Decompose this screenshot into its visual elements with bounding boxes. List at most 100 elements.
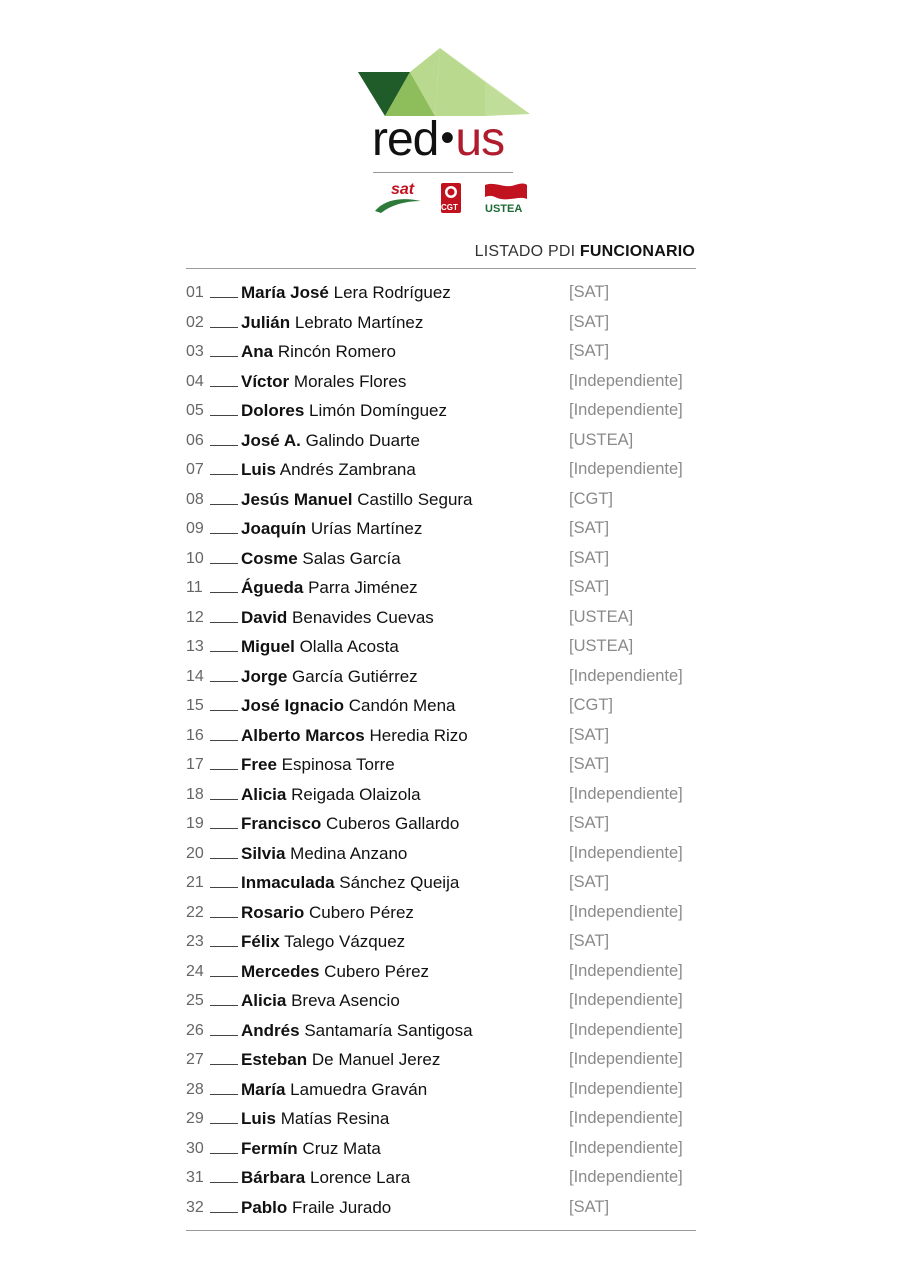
candidate-name: Alicia Reigada Olaizola bbox=[241, 780, 421, 810]
candidate-affiliation: [SAT] bbox=[569, 814, 610, 832]
candidate-affiliation: [Independiente] bbox=[569, 961, 683, 980]
candidate-name: Ana Rincón Romero bbox=[241, 337, 396, 367]
candidate-first-name: Andrés bbox=[241, 1020, 300, 1040]
list-item: 22 Rosario Cubero Pérez [Independiente] bbox=[186, 898, 706, 928]
leader-line bbox=[210, 946, 238, 947]
candidate-last-name: Morales Flores bbox=[293, 371, 407, 391]
candidate-last-name: Santamaría Santigosa bbox=[304, 1020, 473, 1040]
candidate-first-name: Julián bbox=[241, 312, 291, 332]
candidate-last-name: García Gutiérrez bbox=[292, 666, 418, 686]
candidate-affiliation: [Independiente] bbox=[569, 902, 683, 921]
list-item: 16 Alberto Marcos Heredia Rizo [SAT] bbox=[186, 721, 706, 751]
brand-left: red bbox=[372, 113, 439, 166]
ustea-logo: USTEA bbox=[483, 181, 533, 217]
ustea-label: USTEA bbox=[485, 203, 523, 215]
candidate-affiliation: [SAT] bbox=[569, 283, 610, 301]
candidate-affiliation: [SAT] bbox=[569, 1197, 610, 1216]
candidate-last-name: Castillo Segura bbox=[357, 489, 473, 509]
leader-line bbox=[210, 769, 238, 770]
leader-line bbox=[210, 621, 238, 623]
leader-line bbox=[210, 1005, 238, 1006]
candidate-affiliation: [SAT] bbox=[569, 548, 610, 567]
candidate-first-name: Inmaculada bbox=[241, 873, 335, 892]
candidate-first-name: Jorge bbox=[241, 666, 288, 686]
candidate-last-name: Talego Vázquez bbox=[284, 932, 406, 951]
candidate-name: Jorge García Gutiérrez bbox=[241, 662, 418, 692]
candidate-last-name: Lorence Lara bbox=[310, 1168, 411, 1187]
leader-line bbox=[210, 798, 238, 800]
candidate-name: Esteban De Manuel Jerez bbox=[241, 1045, 440, 1075]
candidate-name: Águeda Parra Jiménez bbox=[241, 573, 418, 603]
roof-icon bbox=[358, 48, 530, 116]
leader-line bbox=[210, 444, 238, 446]
candidate-affiliation: [USTEA] bbox=[569, 637, 634, 655]
candidate-affiliation: [SAT] bbox=[569, 578, 610, 596]
candidate-first-name: Pablo bbox=[241, 1197, 288, 1217]
list-item: 03 Ana Rincón Romero [SAT] bbox=[186, 337, 706, 367]
candidate-first-name: Fermín bbox=[241, 1138, 298, 1158]
sat-logo: sat bbox=[373, 181, 425, 217]
candidate-number: 06 bbox=[186, 431, 204, 449]
candidate-last-name: Espinosa Torre bbox=[281, 755, 395, 774]
candidate-affiliation: [SAT] bbox=[569, 312, 610, 331]
list-item: 17 Free Espinosa Torre [SAT] bbox=[186, 750, 706, 780]
list-item: 12 David Benavides Cuevas [USTEA] bbox=[186, 603, 706, 633]
candidate-last-name: De Manuel Jerez bbox=[311, 1050, 441, 1069]
candidate-affiliation: [SAT] bbox=[569, 725, 610, 744]
candidate-name: Luis Matías Resina bbox=[241, 1104, 389, 1134]
candidate-name: María Lamuedra Graván bbox=[241, 1075, 427, 1105]
candidate-last-name: Limón Domínguez bbox=[309, 401, 447, 420]
candidate-number: 16 bbox=[186, 726, 204, 744]
candidate-last-name: Cubero Pérez bbox=[309, 902, 414, 922]
list-title: LISTADO PDI FUNCIONARIO bbox=[475, 243, 695, 261]
leader-line bbox=[210, 474, 238, 475]
candidate-last-name: Sánchez Queija bbox=[339, 873, 460, 892]
candidate-list: 01 María José Lera Rodríguez [SAT] 02 Julián… bbox=[186, 278, 706, 1222]
candidate-first-name: José Ignacio bbox=[241, 696, 344, 715]
candidate-name: María José Lera Rodríguez bbox=[241, 278, 451, 308]
candidate-number: 02 bbox=[186, 313, 204, 331]
list-item: 31 Bárbara Lorence Lara [Independiente] bbox=[186, 1163, 706, 1193]
candidate-affiliation: [SAT] bbox=[569, 873, 610, 891]
candidate-first-name: Miguel bbox=[241, 637, 295, 656]
brand-wordmark: red•us bbox=[372, 113, 505, 166]
candidate-number: 29 bbox=[186, 1110, 204, 1127]
list-item: 02 Julián Lebrato Martínez [SAT] bbox=[186, 308, 706, 338]
candidate-last-name: Galindo Duarte bbox=[305, 430, 420, 450]
candidate-name: David Benavides Cuevas bbox=[241, 603, 434, 633]
leader-line bbox=[210, 1211, 238, 1213]
candidate-affiliation: [Independiente] bbox=[569, 666, 683, 685]
list-item: 30 Fermín Cruz Mata [Independiente] bbox=[186, 1134, 706, 1164]
leader-line bbox=[210, 385, 238, 387]
leader-line bbox=[210, 680, 238, 682]
candidate-affiliation: [Independiente] bbox=[569, 1138, 683, 1157]
cgt-logo: CGT bbox=[439, 181, 463, 215]
candidate-first-name: Dolores bbox=[241, 401, 305, 420]
list-item: 14 Jorge García Gutiérrez [Independiente] bbox=[186, 662, 706, 692]
leader-line bbox=[210, 297, 238, 298]
list-item: 08 Jesús Manuel Castillo Segura [CGT] bbox=[186, 485, 706, 515]
candidate-number: 01 bbox=[186, 284, 204, 301]
leader-line bbox=[210, 975, 238, 977]
brand-right: us bbox=[455, 113, 505, 166]
candidate-number: 14 bbox=[186, 667, 204, 685]
candidate-name: Joaquín Urías Martínez bbox=[241, 514, 422, 544]
candidate-first-name: Esteban bbox=[241, 1050, 308, 1069]
candidate-first-name: María bbox=[241, 1079, 286, 1099]
list-item: 28 María Lamuedra Graván [Independiente] bbox=[186, 1075, 706, 1105]
candidate-number: 31 bbox=[186, 1169, 204, 1186]
candidate-first-name: José A. bbox=[241, 430, 301, 450]
candidate-first-name: Alicia bbox=[241, 991, 287, 1010]
candidate-first-name: Rosario bbox=[241, 902, 305, 922]
candidate-name: Free Espinosa Torre bbox=[241, 750, 395, 780]
candidate-name: Bárbara Lorence Lara bbox=[241, 1163, 410, 1193]
list-item: 26 Andrés Santamaría Santigosa [Independie… bbox=[186, 1016, 706, 1046]
candidate-affiliation: [Independiente] bbox=[569, 1109, 683, 1127]
candidate-affiliation: [Independiente] bbox=[569, 401, 683, 419]
candidate-number: 17 bbox=[186, 756, 204, 773]
leader-line bbox=[210, 356, 238, 357]
candidate-last-name: Breva Asencio bbox=[291, 991, 400, 1010]
list-item: 27 Esteban De Manuel Jerez [Independiente] bbox=[186, 1045, 706, 1075]
candidate-name: Víctor Morales Flores bbox=[241, 367, 406, 397]
candidate-name: José Ignacio Candón Mena bbox=[241, 691, 456, 721]
